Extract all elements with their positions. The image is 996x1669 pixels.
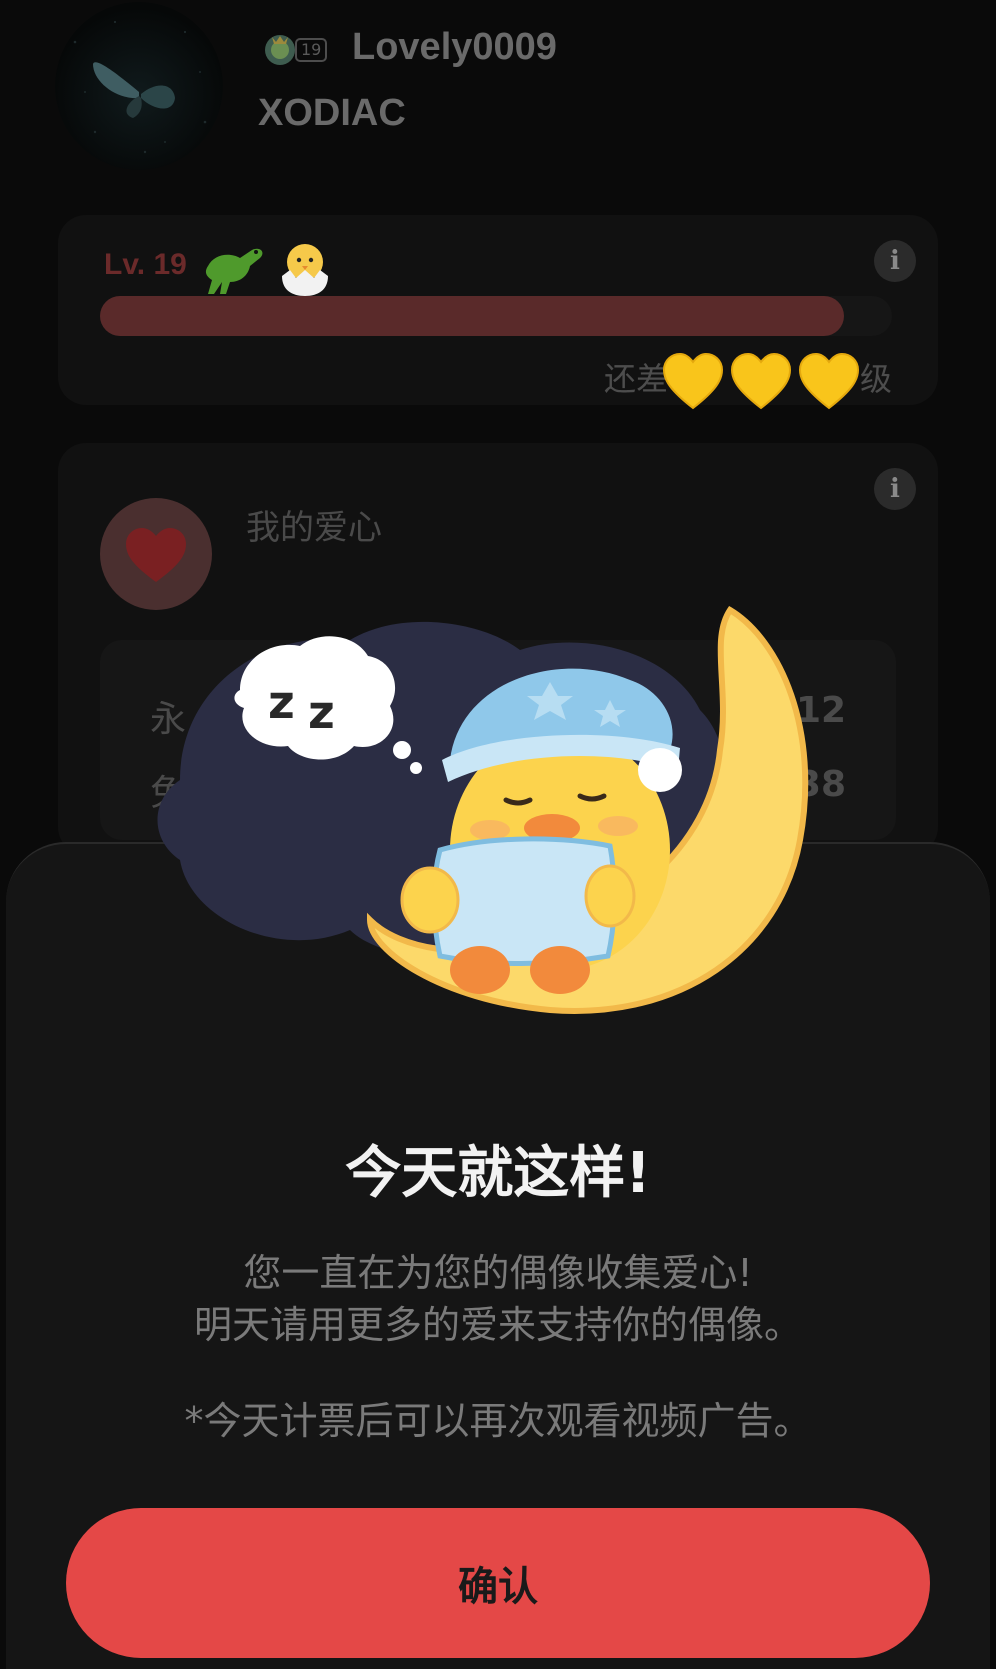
profile-page: 19 Lovely0009 XODIAC Lv. 19 i 还差 级 i 我的爱… [0,0,996,1669]
dinosaur-icon [205,248,263,294]
rank-badge-icon [265,35,327,65]
heart-badge [100,498,212,610]
dialog-note: *今天计票后可以再次观看视频广告。 [184,1399,812,1443]
level-progress-bar [100,296,892,336]
username: Lovely0009 [352,26,557,68]
group-name: XODIAC [258,92,406,134]
hatching-chick-icon [282,244,328,296]
svg-text:z: z [268,675,295,729]
dialog-title: 今天就这样! [345,1141,651,1206]
red-heart-icon [126,528,186,582]
remaining-prefix: 还差 [604,360,669,398]
yellow-heart-icon [662,352,724,410]
level-info-icon[interactable]: i [874,240,916,282]
confirm-button[interactable]: 确认 [66,1508,930,1658]
yellow-heart-icon [798,352,860,410]
my-hearts-title: 我的爱心 [246,508,382,548]
level-progress-fill [100,296,845,336]
butterfly-icon [73,20,207,154]
yellow-heart-icon [730,352,792,410]
profile-avatar[interactable] [55,2,223,170]
dialog-message-line1: 您一直在为您的偶像收集爱心! [243,1251,753,1295]
sleeping-duck-illustration: z z [157,605,809,1014]
hearts-info-icon[interactable]: i [874,468,916,510]
remaining-suffix: 级 [860,360,893,398]
level-label: Lv. 19 [104,248,187,281]
svg-text:z: z [308,685,335,739]
rank-badge-level: 19 [301,40,322,59]
dialog-message-line2: 明天请用更多的爱来支持你的偶像。 [193,1303,802,1347]
